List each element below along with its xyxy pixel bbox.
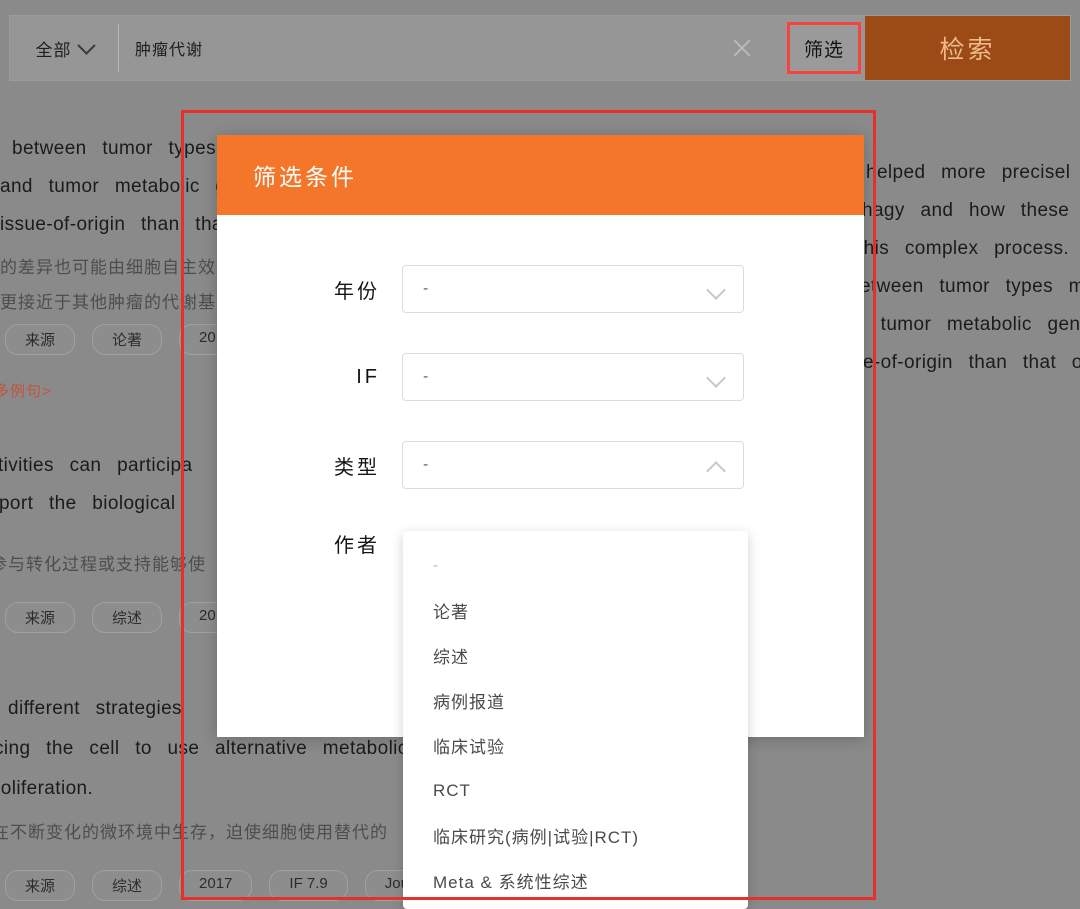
filter-button[interactable]: 筛选 [787, 22, 861, 74]
chevron-down-icon [76, 35, 96, 55]
result-line: cing the cell to use alternative metabol… [0, 738, 408, 759]
result-line: between tumor types m [12, 138, 248, 159]
year-select[interactable]: - [402, 265, 744, 313]
result-line: ctivities can participa [0, 455, 193, 476]
dropdown-option[interactable]: 临床试验 [403, 723, 748, 768]
close-icon[interactable] [731, 37, 753, 59]
filter-label-if: IF [356, 365, 380, 388]
filter-row-year: 年份 - [217, 265, 864, 313]
result-line: 更接近于其他肿瘤的代谢基因表 [0, 293, 252, 312]
search-submit-button[interactable]: 检索 [865, 16, 1070, 80]
type-select-value: - [423, 456, 429, 473]
tag-row: 来源 论著 20 [5, 324, 236, 355]
filter-row-type: 类型 - [217, 441, 864, 489]
tag-item[interactable]: 综述 [92, 870, 163, 901]
dropdown-option[interactable]: Meta & 系统性综述 [403, 858, 748, 903]
search-input[interactable]: 肿瘤代谢 [135, 36, 203, 60]
dropdown-option[interactable]: 综述 [403, 633, 748, 678]
chevron-down-icon [706, 280, 726, 300]
filter-row-if: IF - [217, 353, 864, 401]
filter-button-label: 筛选 [803, 39, 844, 61]
tag-item[interactable]: 综述 [92, 602, 163, 633]
scope-label: 全部 [35, 40, 72, 60]
result-line: pport the biological [0, 493, 176, 514]
result-line: 的差异也可能由细胞自主效 [0, 258, 216, 277]
scope-dropdown[interactable]: 全部 [10, 16, 118, 80]
tag-item[interactable]: IF 7.9 [269, 870, 348, 901]
tag-item[interactable]: 2017 [179, 870, 253, 901]
chevron-up-icon [706, 461, 726, 481]
result-line: roliferation. [0, 778, 94, 799]
filter-modal-header: 筛选条件 [217, 135, 864, 215]
more-examples-link[interactable]: 更多例句> [0, 380, 52, 401]
result-line: 在不断变化的微环境中生存，迫使细胞使用替代的 [0, 823, 388, 842]
search-input-wrap[interactable]: 肿瘤代谢 [119, 16, 787, 80]
dropdown-option[interactable]: 论著 [403, 588, 748, 633]
tag-item[interactable]: 来源 [5, 870, 76, 901]
type-select[interactable]: - [402, 441, 744, 489]
search-bar-inner: 全部 肿瘤代谢 筛选 检索 [9, 15, 1071, 81]
result-line: helped more precisel [866, 162, 1071, 183]
tag-item[interactable]: 论著 [92, 324, 163, 355]
dropdown-option[interactable]: RCT [403, 768, 748, 813]
dropdown-option[interactable]: 临床研究(病例|试验|RCT) [403, 813, 748, 858]
search-submit-label: 检索 [939, 36, 996, 64]
filter-label-year: 年份 [334, 280, 380, 303]
result-line: this complex process. [858, 238, 1070, 259]
tag-item[interactable]: 来源 [5, 324, 76, 355]
year-select-value: - [423, 280, 429, 297]
dropdown-option[interactable]: 病例报道 [403, 678, 748, 723]
result-line: hagy and how these [862, 200, 1070, 221]
result-line: different strategies [8, 698, 182, 719]
dropdown-option[interactable]: - [403, 543, 748, 588]
type-select-dropdown[interactable]: - 论著 综述 病例报道 临床试验 RCT 临床研究(病例|试验|RCT) Me… [403, 531, 748, 909]
if-select-value: - [423, 368, 429, 385]
filter-modal-body: 年份 - IF - 类型 - 作者 [217, 215, 864, 558]
result-line: etween tumor types m [860, 276, 1080, 297]
tag-row: 来源 综述 20 [5, 602, 236, 633]
filter-label-type: 类型 [334, 456, 380, 479]
filter-modal-title: 筛选条件 [253, 164, 357, 190]
if-select[interactable]: - [402, 353, 744, 401]
result-line: d tumor metabolic gene [854, 314, 1080, 335]
result-line: ue-of-origin than that of [852, 352, 1080, 373]
result-line: 参与转化过程或支持能够使 [0, 555, 206, 574]
tag-item[interactable]: 来源 [5, 602, 76, 633]
chevron-down-icon [706, 368, 726, 388]
search-bar: 全部 肿瘤代谢 筛选 检索 [0, 0, 1080, 90]
filter-label-author: 作者 [334, 535, 380, 557]
